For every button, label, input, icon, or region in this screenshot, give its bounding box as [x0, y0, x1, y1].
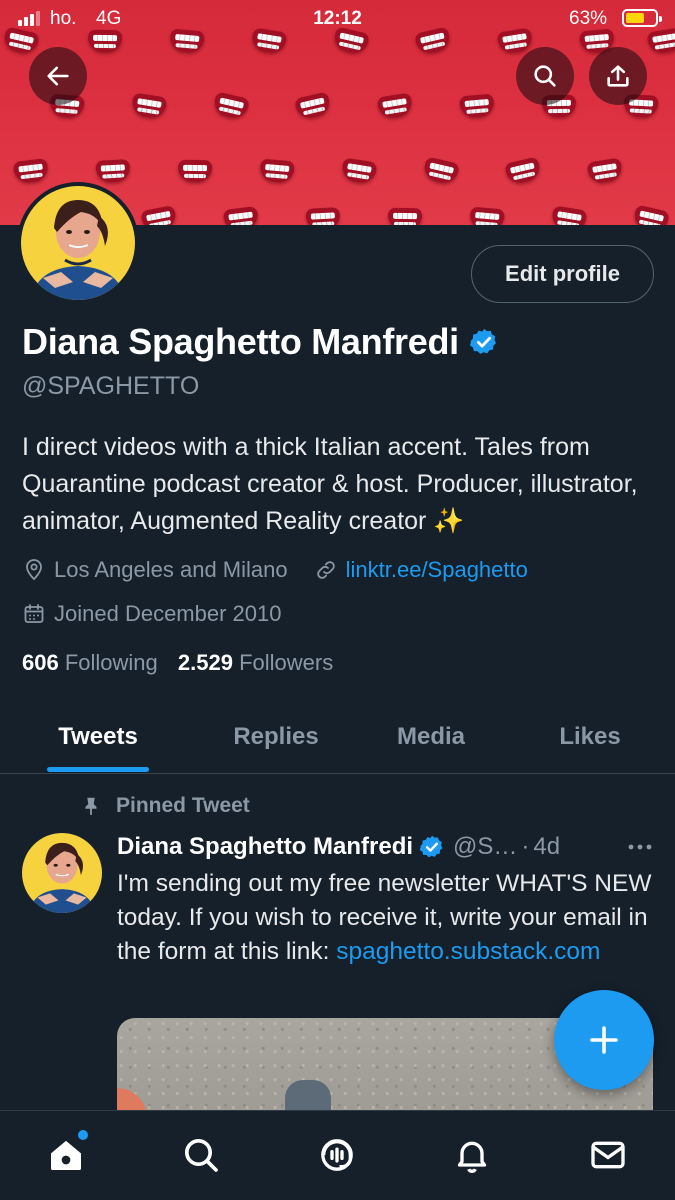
share-icon	[607, 65, 629, 87]
more-options-icon[interactable]	[625, 834, 655, 860]
plus-icon	[590, 1026, 618, 1054]
following-link[interactable]: 606 Following	[22, 650, 158, 675]
display-name-text: Diana Spaghetto Manfredi	[22, 321, 459, 362]
followers-link[interactable]: 2.529 Followers	[178, 650, 333, 675]
tab-replies[interactable]: Replies	[196, 700, 356, 773]
tweet-separator: ·	[521, 833, 530, 860]
banner-teeth-decoration	[211, 91, 251, 121]
banner-teeth-decoration	[95, 159, 131, 183]
tweet-author-avatar[interactable]	[22, 833, 102, 913]
nav-notifications[interactable]	[450, 1133, 494, 1177]
back-button[interactable]	[29, 47, 87, 105]
arrow-left-icon	[47, 66, 69, 86]
profile-avatar[interactable]	[17, 182, 139, 304]
banner-teeth-decoration	[376, 92, 414, 120]
banner-teeth-decoration	[503, 156, 543, 186]
status-bar: ho. 4G 12:12 63%	[0, 0, 675, 40]
battery-level	[626, 13, 644, 23]
banner-teeth-decoration	[459, 93, 495, 119]
profile-joined-row: Joined December 2010	[22, 599, 281, 629]
pinned-label-text: Pinned Tweet	[116, 794, 250, 817]
banner-teeth-decoration	[305, 207, 341, 225]
banner-teeth-decoration	[550, 205, 588, 225]
banner-teeth-decoration	[586, 157, 624, 185]
verified-badge-icon	[419, 835, 443, 858]
battery-icon	[622, 9, 662, 27]
spaces-icon	[321, 1139, 353, 1171]
search-button[interactable]	[516, 47, 574, 105]
search-icon	[185, 1139, 218, 1172]
avatar-illustration	[21, 186, 135, 300]
banner-teeth-decoration	[469, 206, 505, 225]
tweet-author-handle: @S…	[453, 833, 518, 860]
edit-profile-button[interactable]: Edit profile	[471, 245, 654, 303]
search-icon	[534, 65, 556, 87]
following-count: 606	[22, 650, 59, 675]
location-pin-icon	[26, 559, 42, 581]
profile-display-name: Diana Spaghetto Manfredi	[22, 321, 499, 363]
tab-tweets[interactable]: Tweets	[22, 700, 174, 773]
followers-count: 2.529	[177, 650, 233, 675]
mail-icon	[591, 1141, 625, 1169]
banner-teeth-decoration	[293, 91, 333, 121]
profile-bio: I direct videos with a thick Italian acc…	[22, 433, 638, 535]
banner-teeth-decoration	[12, 158, 50, 184]
banner-teeth-decoration	[387, 207, 423, 225]
avatar-illustration	[22, 833, 102, 913]
tweet-timestamp[interactable]: 4d	[533, 833, 560, 861]
tab-likes[interactable]: Likes	[515, 700, 665, 773]
bottom-navigation	[0, 1110, 675, 1200]
home-icon	[51, 1140, 81, 1170]
banner-teeth-decoration	[222, 206, 260, 225]
followers-label: Followers	[239, 650, 334, 675]
pinned-tweet-label: Pinned Tweet	[80, 794, 250, 818]
banner-teeth-decoration	[631, 204, 671, 225]
profile-location: Los Angeles and Milano	[54, 557, 288, 582]
share-button[interactable]	[589, 47, 647, 105]
link-icon	[316, 561, 335, 579]
tab-media[interactable]: Media	[356, 700, 506, 773]
profile-meta-row: Los Angeles and Milano linktr.ee/Spaghet…	[22, 555, 528, 585]
battery-percent: 63%	[569, 8, 608, 29]
tweet-author-name[interactable]: Diana Spaghetto Manfredi	[117, 833, 413, 861]
calendar-icon	[24, 604, 44, 623]
follow-stats: 606 Following 2.529 Followers	[22, 650, 333, 676]
bell-icon	[457, 1141, 487, 1173]
verified-badge-icon[interactable]	[469, 327, 499, 357]
banner-teeth-decoration	[130, 92, 168, 120]
profile-tabs: Tweets Replies Media Likes	[0, 700, 675, 774]
banner-teeth-decoration	[421, 156, 461, 186]
banner-teeth-decoration	[340, 157, 378, 185]
nav-messages[interactable]	[586, 1133, 630, 1177]
nav-search[interactable]	[179, 1133, 223, 1177]
profile-joined-date: Joined December 2010	[54, 601, 282, 626]
banner-teeth-decoration	[140, 204, 178, 225]
home-unread-dot	[78, 1130, 88, 1140]
profile-handle: @SPAGHETTO	[22, 372, 200, 400]
compose-tweet-button[interactable]	[554, 990, 654, 1090]
tweet-text[interactable]: I'm sending out my free newsletter WHAT'…	[117, 867, 657, 969]
active-tab-indicator	[47, 767, 149, 772]
tweet-link[interactable]: spaghetto.substack.com	[336, 938, 600, 965]
pin-icon	[85, 797, 97, 816]
banner-teeth-decoration	[177, 159, 213, 183]
following-label: Following	[64, 650, 158, 675]
nav-spaces[interactable]	[315, 1133, 359, 1177]
tweet-header: Diana Spaghetto Manfredi @S… · 4d	[117, 830, 657, 864]
banner-teeth-decoration	[259, 158, 295, 184]
profile-website-link[interactable]: linktr.ee/Spaghetto	[346, 557, 528, 583]
